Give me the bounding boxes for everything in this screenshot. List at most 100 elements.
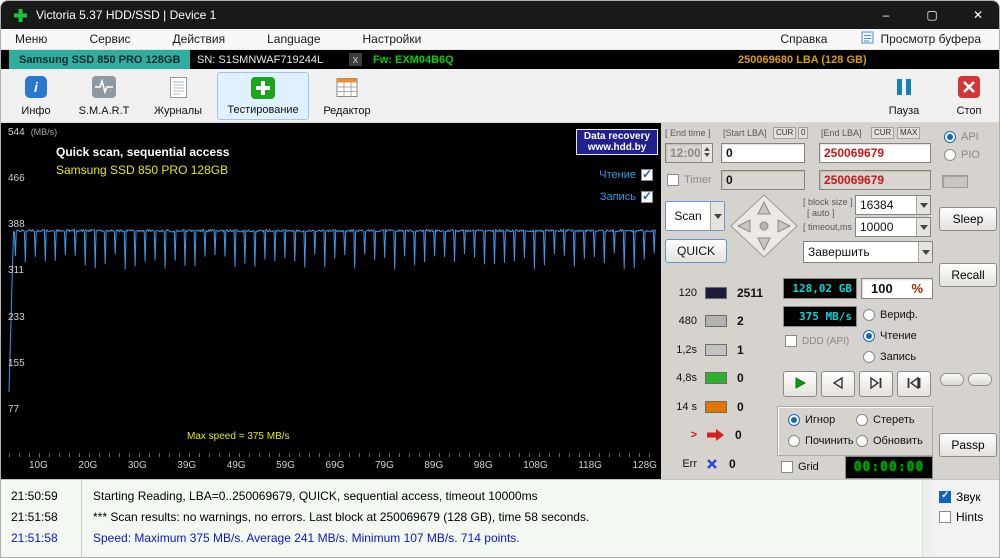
toolbar-journals-button[interactable]: Журналы <box>147 72 209 120</box>
smart-icon <box>92 75 116 99</box>
start-zero-button[interactable]: 0 <box>798 127 809 139</box>
read-checkbox[interactable] <box>641 167 653 181</box>
sleep-button[interactable]: Sleep <box>939 207 997 231</box>
device-serial-label: SN: S1SMNWAF719244L <box>197 53 324 66</box>
verify-radio[interactable] <box>863 309 875 321</box>
end-lba-input[interactable]: 250069679 <box>819 143 931 163</box>
percent-display: 100 % <box>861 278 933 299</box>
ignore-radio[interactable] <box>788 414 800 426</box>
mini-button-2[interactable] <box>968 373 992 386</box>
timer-start-input[interactable]: 0 <box>721 170 805 190</box>
seek-forward-button[interactable] <box>859 371 893 397</box>
hints-checkbox[interactable] <box>939 511 951 523</box>
api-radio[interactable] <box>944 131 956 143</box>
finish-dropdown-icon <box>918 242 932 262</box>
menu-main[interactable]: Меню <box>15 32 47 46</box>
stat-row-4-8s: 4,8s 0 <box>676 371 744 385</box>
start-lba-input[interactable]: 0 <box>721 143 805 163</box>
navigation-diamond[interactable] <box>729 193 799 262</box>
passport-button[interactable]: Passp <box>939 433 997 457</box>
mode-read-radio-row: Чтение <box>863 330 917 342</box>
recall-button[interactable]: Recall <box>939 263 997 287</box>
read-radio[interactable] <box>863 330 875 342</box>
speed-graph: 544 (MB/s) 466 388 311 233 155 77 Quick s… <box>1 123 661 479</box>
toolbar-info-button[interactable]: i Инфо <box>11 72 61 120</box>
start-lba-label: [Start LBA] <box>723 128 767 138</box>
toolbar-editor-button[interactable]: Редактор <box>317 72 377 120</box>
grid-checkbox-row: Grid <box>781 461 819 473</box>
error-cross-icon <box>705 457 719 471</box>
close-button[interactable]: ✕ <box>955 1 999 29</box>
start-test-button[interactable] <box>783 371 817 397</box>
pio-radio-row: PIO <box>944 149 980 161</box>
menu-settings[interactable]: Настройки <box>363 32 422 46</box>
stat-block-14s <box>705 401 727 413</box>
log-scrollbar[interactable] <box>922 480 931 557</box>
sound-checkbox[interactable] <box>939 490 951 503</box>
legend-read-label: Чтение <box>599 169 636 181</box>
toolbar-stop-button[interactable]: Стоп <box>945 72 993 120</box>
overflow-arrow-icon <box>705 428 725 442</box>
ddd-checkbox[interactable] <box>785 335 797 347</box>
quick-button[interactable]: QUICK <box>665 239 727 263</box>
menu-actions[interactable]: Действия <box>173 32 226 46</box>
seek-back-button[interactable] <box>897 371 931 397</box>
block-size-select[interactable]: 16384 <box>855 195 931 215</box>
erase-radio[interactable] <box>856 414 868 426</box>
repair-radio[interactable] <box>788 435 800 447</box>
maximize-button[interactable]: ▢ <box>909 1 955 29</box>
lcd-scanned-size: 128,02 GB <box>783 278 857 299</box>
toolbar-smart-button[interactable]: S.M.A.R.T <box>69 72 139 120</box>
finish-action-select[interactable]: Завершить <box>803 241 933 263</box>
end-cur-button[interactable]: CUR <box>871 127 895 139</box>
step-back-button[interactable] <box>821 371 855 397</box>
scan-dropdown-icon[interactable] <box>710 202 724 230</box>
mini-button-1[interactable] <box>940 373 964 386</box>
percent-sign: % <box>911 281 923 296</box>
toolbar-pause-button[interactable]: Пауза <box>879 72 929 120</box>
auto-toggle[interactable]: [ auto ] <box>807 208 835 218</box>
hints-checkbox-row: Hints <box>939 510 983 524</box>
menu-buffer-view[interactable]: Просмотр буфера <box>861 31 981 47</box>
watermark-badge: Data recovery www.hdd.by <box>576 129 658 155</box>
info-icon: i <box>25 75 47 99</box>
menu-language[interactable]: Language <box>267 32 320 46</box>
device-model-tab[interactable]: Samsung SSD 850 PRO 128GB <box>9 50 191 69</box>
legend-read: Чтение <box>599 167 653 181</box>
log-panel: 21:50:59 Starting Reading, LBA=0..250069… <box>1 479 931 557</box>
triangle-right-bar-icon <box>868 376 884 393</box>
status-indicator <box>942 175 968 188</box>
menu-help[interactable]: Справка <box>780 32 827 46</box>
grid-checkbox[interactable] <box>781 461 793 473</box>
x-axis-ticks <box>9 453 657 457</box>
scan-button[interactable]: Scan <box>665 201 725 231</box>
bar-triangle-left-icon <box>906 376 922 393</box>
toolbar-test-button[interactable]: Тестирование <box>217 72 309 120</box>
timer-checkbox[interactable] <box>667 174 679 186</box>
ddd-checkbox-row: DDD (API) <box>785 335 849 347</box>
end-time-spinner[interactable] <box>700 144 712 162</box>
write-checkbox[interactable] <box>641 189 653 203</box>
serial-close-icon[interactable]: x <box>349 53 362 66</box>
menu-service[interactable]: Сервис <box>89 32 130 46</box>
legend-write: Запись <box>600 189 653 203</box>
log-row: 21:51:58 *** Scan results: no warnings, … <box>11 509 590 524</box>
journal-icon <box>169 75 188 99</box>
log-options-panel: Звук Hints <box>931 479 999 557</box>
pio-radio[interactable] <box>944 149 956 161</box>
write-radio[interactable] <box>863 351 875 363</box>
timeout-select[interactable]: 10000 <box>855 217 931 237</box>
minimize-button[interactable]: – <box>863 1 909 29</box>
end-time-input[interactable]: 12:00 <box>665 143 713 163</box>
start-cur-button[interactable]: CUR <box>773 127 797 139</box>
toolbar: i Инфо S.M.A.R.T Журналы Тестирование Ре… <box>1 69 999 123</box>
refresh-radio[interactable] <box>856 435 868 447</box>
timer-end-input[interactable]: 250069679 <box>819 170 931 190</box>
buffer-view-label: Просмотр буфера <box>880 32 981 46</box>
menubar: Меню Сервис Действия Language Настройки … <box>1 29 999 50</box>
end-max-button[interactable]: MAX <box>897 127 921 139</box>
device-firmware-label: Fw: EXM04B6Q <box>373 53 454 66</box>
titlebar: Victoria 5.37 HDD/SSD | Device 1 – ▢ ✕ <box>1 1 999 29</box>
y-axis-unit: (MB/s) <box>30 127 58 137</box>
x-axis-labels: 10G 20G 30G 39G 49G 59G 69G 79G 89G 98G 108G 118G 12… <box>29 460 657 471</box>
